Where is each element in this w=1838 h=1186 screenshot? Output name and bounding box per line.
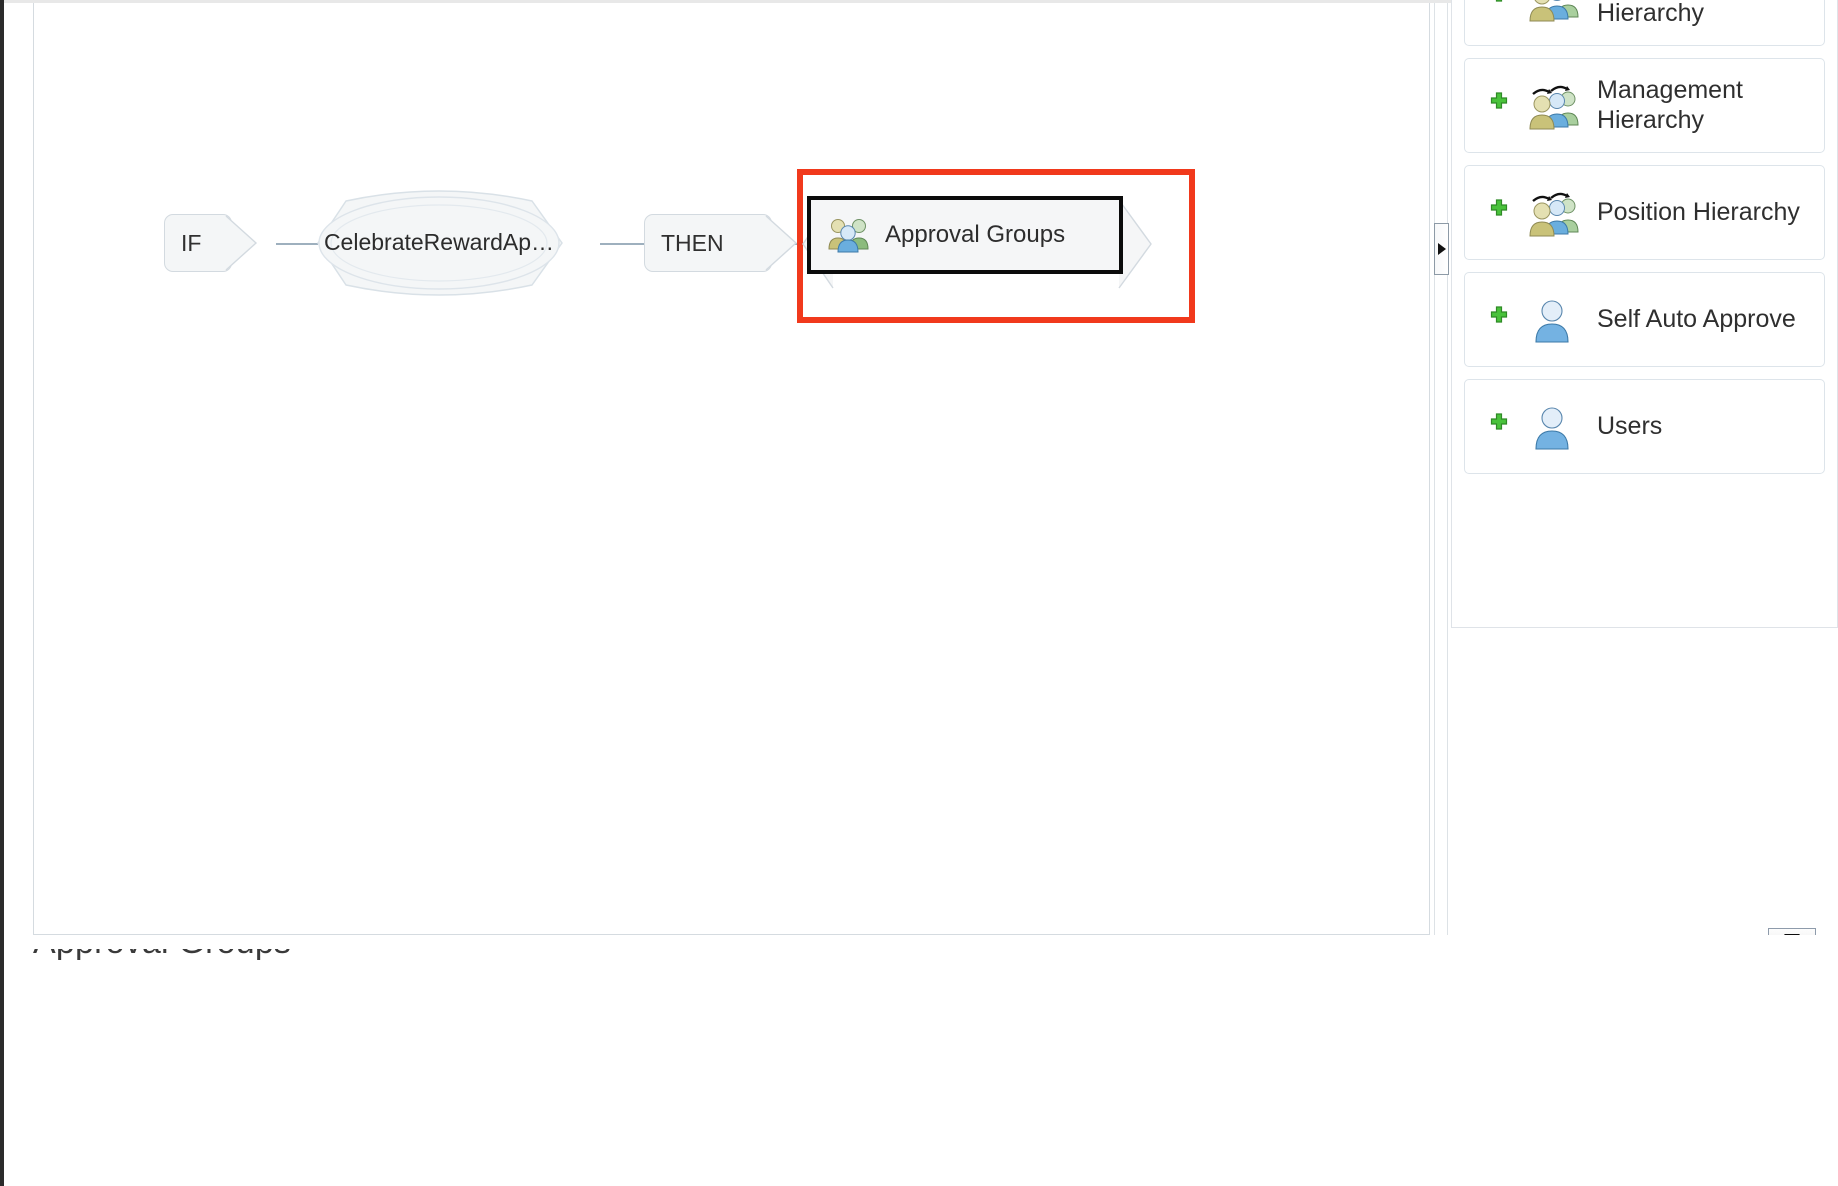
rule-designer-screen: IF CelebrateRewardAp… THEN Approval Grou…	[0, 0, 1838, 1186]
action-node-right-chevron-icon	[1118, 199, 1152, 289]
action-node-box[interactable]: Approval Groups	[807, 196, 1123, 274]
approver-palette-list: Manager Hierarchy	[1464, 0, 1825, 474]
rule-canvas[interactable]: IF CelebrateRewardAp… THEN Approval Grou…	[33, 3, 1430, 935]
condition-node[interactable]: CelebrateRewardAp…	[274, 179, 604, 307]
approver-palette: Manager Hierarchy	[1451, 0, 1838, 628]
plus-icon[interactable]	[1487, 305, 1511, 334]
manager-hierarchy-icon	[1525, 0, 1583, 23]
plus-icon[interactable]	[1487, 412, 1511, 441]
single-user-icon	[1525, 403, 1583, 451]
then-node-label: THEN	[661, 229, 724, 256]
then-node-box[interactable]: THEN	[644, 214, 772, 272]
position-hierarchy-icon	[1525, 189, 1583, 237]
palette-item-label: Management Hierarchy	[1597, 76, 1743, 134]
palette-item-manager-hierarchy[interactable]: Manager Hierarchy	[1464, 0, 1825, 46]
palette-item-self-auto-approve[interactable]: Self Auto Approve	[1464, 272, 1825, 367]
action-node-label: Approval Groups	[885, 221, 1066, 248]
plus-icon[interactable]	[1487, 91, 1511, 120]
palette-item-management-hierarchy[interactable]: Management Hierarchy	[1464, 58, 1825, 153]
connector-condition-then	[600, 243, 648, 245]
plus-icon[interactable]	[1487, 198, 1511, 227]
plus-icon[interactable]	[1487, 0, 1511, 13]
palette-item-label: Self Auto Approve	[1597, 304, 1796, 333]
palette-item-users[interactable]: Users	[1464, 379, 1825, 474]
if-node-label: IF	[181, 229, 202, 256]
condition-node-label: CelebrateRewardAp…	[323, 228, 555, 255]
palette-item-label: Manager Hierarchy	[1597, 0, 1704, 27]
palette-item-label: Users	[1597, 411, 1663, 440]
triangle-right-icon	[1437, 243, 1446, 255]
action-node[interactable]: Approval Groups	[802, 196, 1155, 292]
palette-item-label: Position Hierarchy	[1597, 197, 1800, 226]
properties-panel: Approval Groups Action Type Approval req…	[4, 935, 1838, 1186]
palette-item-position-hierarchy[interactable]: Position Hierarchy	[1464, 165, 1825, 260]
splitter-collapse-handle[interactable]	[1434, 223, 1449, 275]
users-group-icon	[827, 217, 871, 253]
single-user-icon	[1525, 296, 1583, 344]
if-node[interactable]: IF	[164, 214, 280, 276]
management-hierarchy-icon	[1525, 82, 1583, 130]
canvas-palette-splitter[interactable]	[1434, 3, 1448, 935]
if-node-box[interactable]: IF	[164, 214, 232, 272]
